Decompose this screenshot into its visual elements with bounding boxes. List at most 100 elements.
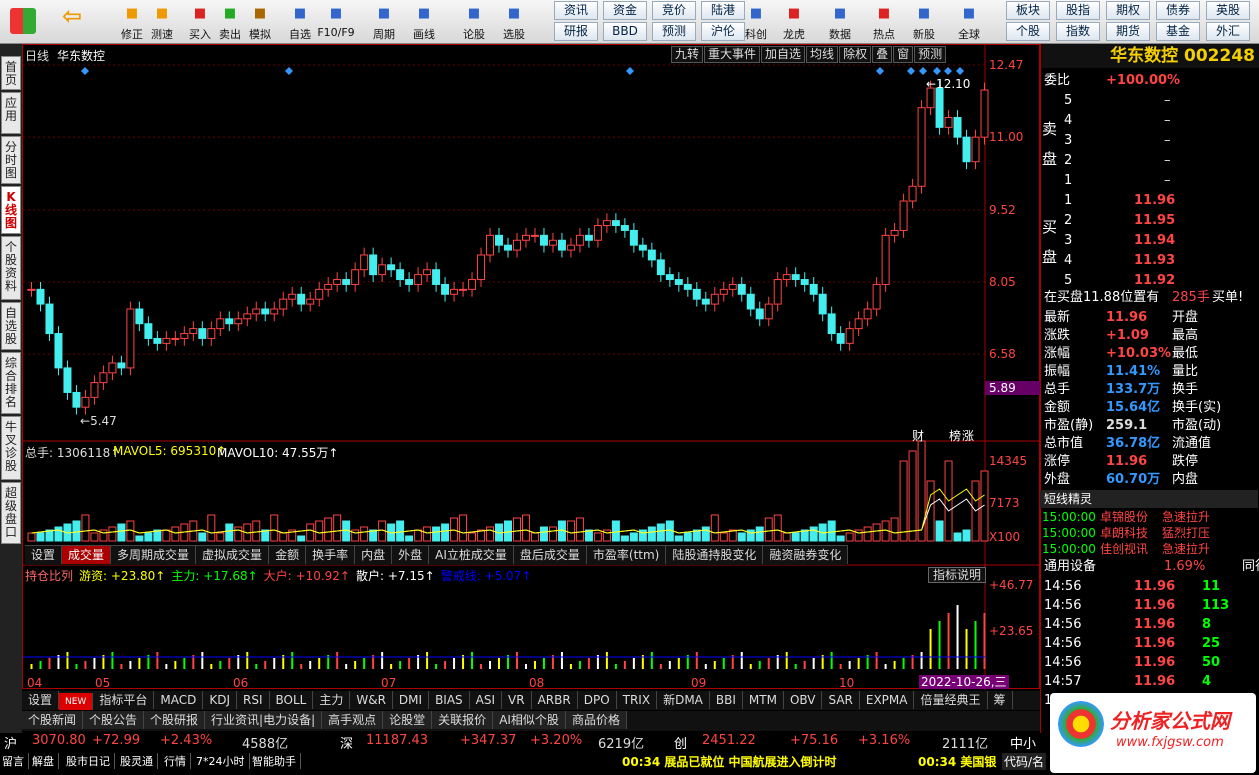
toolbar-mid-2[interactable]: 竞价 xyxy=(652,1,696,20)
ind-tab-15[interactable]: TRIX xyxy=(617,691,658,709)
chart-btn-3[interactable]: 均线 xyxy=(806,46,839,63)
toolbar-mid-3[interactable]: 陆港 xyxy=(701,1,745,20)
side-tab-8[interactable]: 超级盘口 xyxy=(1,482,21,544)
news-ticker-2[interactable]: 00:34 美国银 xyxy=(918,753,996,770)
logo-icon[interactable] xyxy=(2,0,44,44)
ind-tab-7[interactable]: 主力 xyxy=(313,691,351,709)
info-tab-1[interactable]: 个股公告 xyxy=(83,711,145,729)
toolbar-item-14[interactable]: ■ 热点 xyxy=(864,0,904,44)
index-cell-15[interactable]: 中小 xyxy=(1010,733,1036,752)
side-tab-5[interactable]: 自选股 xyxy=(1,302,21,350)
bottom-btn-1[interactable]: 解盘 xyxy=(32,753,59,769)
vol-tab-3[interactable]: 虚拟成交量 xyxy=(196,546,270,564)
side-tab-3[interactable]: K线图 xyxy=(1,186,21,234)
mark-zhang[interactable]: 涨 xyxy=(962,427,974,444)
info-tab-2[interactable]: 个股研报 xyxy=(144,711,206,729)
side-tab-0[interactable]: 首页 xyxy=(1,56,21,90)
bottom-btn-5[interactable]: 7*24小时 xyxy=(196,753,250,769)
toolbar-item-12[interactable]: ■ 龙虎 xyxy=(774,0,814,44)
ind-tab-21[interactable]: EXPMA xyxy=(860,691,915,709)
ind-tab-10[interactable]: BIAS xyxy=(429,691,470,709)
chart-btn-0[interactable]: 九转 xyxy=(671,46,704,63)
side-tab-4[interactable]: 个股资料 xyxy=(1,236,21,300)
side-tab-7[interactable]: 牛叉诊股 xyxy=(1,416,21,480)
vol-tab-1[interactable]: 成交量 xyxy=(62,546,112,564)
toolbar-right-6[interactable]: 指数 xyxy=(1056,22,1100,41)
toolbar-right-8[interactable]: 基金 xyxy=(1156,22,1200,41)
news-ticker[interactable]: 00:34 展品已就位 中国航展进入倒计时 xyxy=(622,753,837,770)
index-cell-10[interactable]: 创 xyxy=(674,733,687,752)
ind-tab-9[interactable]: DMI xyxy=(393,691,430,709)
chart-btn-1[interactable]: 重大事件 xyxy=(704,46,761,63)
toolbar-right-2[interactable]: 期权 xyxy=(1106,1,1150,20)
toolbar-item-5[interactable]: ■ 自选 xyxy=(280,0,320,44)
ind-tab-6[interactable]: BOLL xyxy=(270,691,314,709)
toolbar-right-7[interactable]: 期货 xyxy=(1106,22,1150,41)
mark-cai[interactable]: 财 xyxy=(912,427,924,444)
vol-tab-2[interactable]: 多周期成交量 xyxy=(111,546,197,564)
vol-tab-10[interactable]: 市盈率(ttm) xyxy=(587,546,667,564)
toolbar-mid-6[interactable]: 预测 xyxy=(652,22,696,41)
index-cell-5[interactable]: 深 xyxy=(340,733,353,752)
info-tab-4[interactable]: 高手观点 xyxy=(322,711,384,729)
side-tab-6[interactable]: 综合排名 xyxy=(1,352,21,414)
chart-btn-5[interactable]: 叠 xyxy=(872,46,893,63)
ind-tab-23[interactable]: 筹 xyxy=(988,691,1013,709)
toolbar-item-4[interactable]: ■ 模拟 xyxy=(240,0,280,44)
info-tab-3[interactable]: 行业资讯|电力设备| xyxy=(205,711,323,729)
index-cell-0[interactable]: 沪 xyxy=(4,733,17,752)
toolbar-item-9[interactable]: ■ 论股 xyxy=(454,0,494,44)
ind-tab-20[interactable]: SAR xyxy=(822,691,860,709)
info-tab-7[interactable]: AI相似个股 xyxy=(493,711,566,729)
toolbar-right-5[interactable]: 个股 xyxy=(1006,22,1050,41)
toolbar-mid-1[interactable]: 资金 xyxy=(603,1,647,20)
toolbar-item-13[interactable]: ■ 数据 xyxy=(820,0,860,44)
chart-btn-7[interactable]: 预测 xyxy=(914,46,947,63)
vol-tab-6[interactable]: 内盘 xyxy=(355,546,393,564)
vol-tab-4[interactable]: 金额 xyxy=(269,546,307,564)
ind-tab-0[interactable]: 设置 xyxy=(22,691,60,709)
ind-tab-19[interactable]: OBV xyxy=(784,691,823,709)
chart-btn-6[interactable]: 窗 xyxy=(893,46,914,63)
toolbar-item-6[interactable]: ■ F10/F9 xyxy=(316,0,356,44)
vol-tab-9[interactable]: 盘后成交量 xyxy=(514,546,587,564)
toolbar-mid-0[interactable]: 资讯 xyxy=(554,1,598,20)
ind-tab-4[interactable]: KDJ xyxy=(203,691,237,709)
ind-tab-16[interactable]: 新DMA xyxy=(657,691,710,709)
vol-tab-12[interactable]: 融资融券变化 xyxy=(763,546,849,564)
toolbar-right-3[interactable]: 债券 xyxy=(1156,1,1200,20)
ind-tab-22[interactable]: 倍量经典王 xyxy=(914,691,988,709)
ind-tab-17[interactable]: BBI xyxy=(710,691,743,709)
vol-tab-0[interactable]: 设置 xyxy=(25,546,63,564)
toolbar-mid-7[interactable]: 沪伦 xyxy=(701,22,745,41)
toolbar-item-15[interactable]: ■ 新股 xyxy=(904,0,944,44)
ind-tab-12[interactable]: VR xyxy=(502,691,532,709)
toolbar-item-8[interactable]: ■ 画线 xyxy=(404,0,444,44)
info-tab-6[interactable]: 关联报价 xyxy=(432,711,494,729)
side-tab-2[interactable]: 分时图 xyxy=(1,136,21,184)
vol-tab-11[interactable]: 陆股通持股变化 xyxy=(666,546,764,564)
toolbar-mid-5[interactable]: BBD xyxy=(603,22,647,41)
info-tab-8[interactable]: 商品价格 xyxy=(565,711,627,729)
vol-tab-5[interactable]: 换手率 xyxy=(306,546,356,564)
bottom-btn-6[interactable]: 智能助手 xyxy=(252,753,301,769)
ind-tab-13[interactable]: ARBR xyxy=(532,691,578,709)
code-input[interactable]: 代码/名 xyxy=(1002,753,1047,770)
toolbar-item-16[interactable]: ■ 全球 xyxy=(949,0,989,44)
ind-tab-1[interactable]: NEW xyxy=(59,693,94,710)
mark-bang[interactable]: 榜 xyxy=(949,427,961,444)
indicator-help-button[interactable]: 指标说明 xyxy=(928,567,987,583)
period-label[interactable]: 日线 xyxy=(25,47,49,64)
toolbar-mid-4[interactable]: 研报 xyxy=(554,22,598,41)
kline-svg[interactable]: 12.47 11.00 9.52 8.05 6.58 5.89 14345 7173 X100 +… xyxy=(23,45,1041,690)
toolbar-right-9[interactable]: 外汇 xyxy=(1206,22,1250,41)
toolbar-right-0[interactable]: 板块 xyxy=(1006,1,1050,20)
ind-tab-2[interactable]: 指标平台 xyxy=(93,691,155,709)
ind-tab-11[interactable]: ASI xyxy=(470,691,503,709)
ind-tab-5[interactable]: RSI xyxy=(237,691,270,709)
toolbar-item-7[interactable]: ■ 周期 xyxy=(364,0,404,44)
side-tab-1[interactable]: 应用 xyxy=(1,92,21,134)
bottom-btn-2[interactable]: 股市日记 xyxy=(66,753,115,769)
info-tab-0[interactable]: 个股新闻 xyxy=(22,711,84,729)
ind-tab-8[interactable]: W&R xyxy=(350,691,393,709)
